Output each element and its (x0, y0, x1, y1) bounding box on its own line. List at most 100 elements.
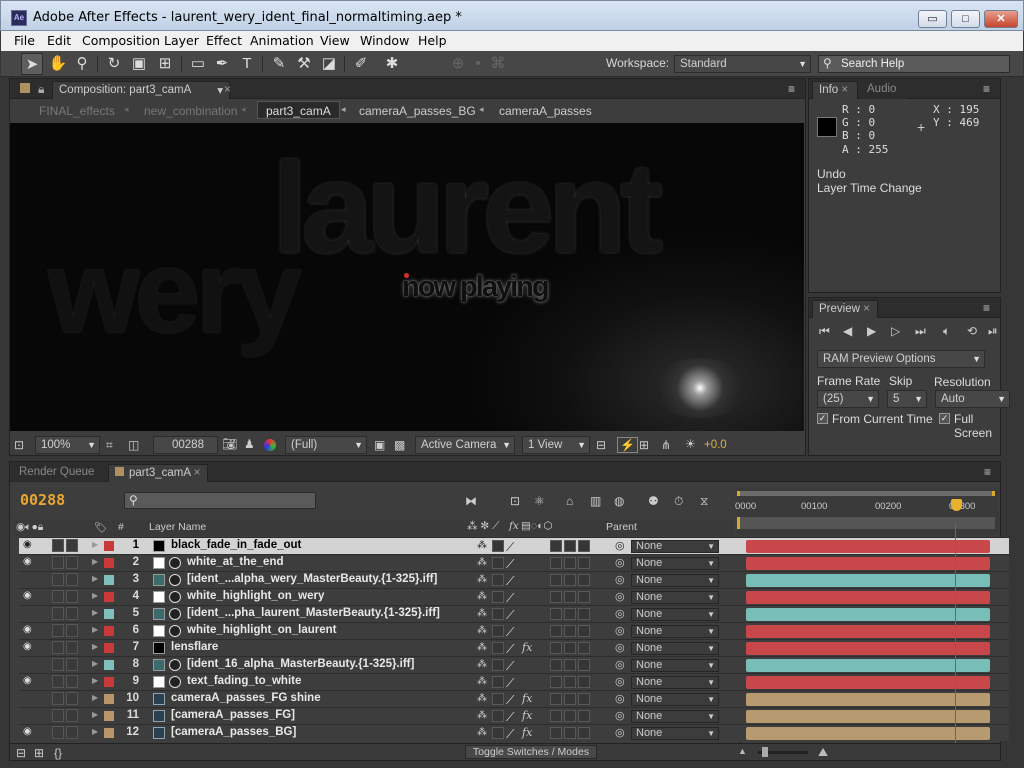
layer-name[interactable]: lensflare (171, 641, 218, 655)
selection-tool-icon[interactable]: ➤ (21, 53, 43, 75)
pick-whip-icon[interactable]: ◎ (615, 624, 625, 638)
layer-duration-bar[interactable] (746, 574, 990, 587)
time-navigator[interactable] (737, 517, 995, 529)
pick-whip-icon[interactable]: ◎ (615, 709, 625, 723)
eye-off-icon[interactable] (23, 692, 35, 706)
frame-blend-switch[interactable] (550, 676, 562, 688)
first-frame-icon[interactable]: ⏮ (819, 324, 830, 339)
workspace-dropdown[interactable]: Standard ▼ (674, 55, 811, 73)
show-snapshot-icon[interactable]: ♟ (244, 437, 255, 451)
solo-switch[interactable] (52, 692, 64, 705)
parent-dropdown[interactable]: None ▼ (631, 642, 719, 655)
adjustment-switch[interactable] (578, 710, 590, 722)
parent-dropdown[interactable]: None ▼ (631, 625, 719, 638)
search-help-field[interactable]: ⚲ Search Help (818, 55, 1010, 73)
roto-brush-tool-icon[interactable]: ✐ (350, 53, 372, 75)
lock-switch[interactable] (66, 539, 78, 552)
expand-triangle-icon[interactable]: ▶ (92, 608, 100, 622)
pick-whip-icon[interactable]: ◎ (615, 539, 625, 553)
play-icon[interactable]: ▶ (867, 324, 876, 338)
eye-off-icon[interactable] (23, 573, 35, 587)
quality-switch-icon[interactable]: ⟋ (506, 608, 518, 622)
eye-icon[interactable]: ◉ (23, 556, 35, 570)
magnification-dropdown[interactable]: 100% ▼ (35, 436, 100, 454)
collapse-switch[interactable] (492, 693, 504, 705)
adjustment-switch[interactable] (578, 693, 590, 705)
eye-off-icon[interactable] (23, 709, 35, 723)
type-tool-icon[interactable]: T (236, 53, 258, 75)
frame-blend-switch[interactable] (550, 659, 562, 671)
pick-whip-icon[interactable]: ◎ (615, 726, 625, 740)
label-color-swatch[interactable] (104, 728, 114, 738)
eye-icon[interactable]: ◉ (23, 539, 35, 553)
always-preview-icon[interactable]: ⊡ (14, 438, 24, 452)
clone-stamp-tool-icon[interactable]: ⚒ (293, 53, 315, 75)
frame-blend-switch[interactable] (550, 574, 562, 586)
snapshot-camera-icon[interactable]: 📷︎ (222, 437, 237, 451)
current-time-field[interactable]: 00288 (153, 436, 218, 454)
channel-rgb-icon[interactable] (264, 439, 276, 451)
zoom-out-icon[interactable]: ▲ (738, 746, 747, 756)
layer-name[interactable]: [ident_...alpha_wery_MasterBeauty.{1-325… (187, 573, 437, 587)
solo-switch[interactable] (52, 641, 64, 654)
lock-switch[interactable] (66, 607, 78, 620)
eye-off-icon[interactable] (23, 658, 35, 672)
breadcrumb-item[interactable]: cameraA_passes (499, 104, 592, 118)
expand-triangle-icon[interactable]: ▶ (92, 642, 100, 656)
panel-menu-icon[interactable]: ≡ (983, 82, 990, 96)
hand-tool-icon[interactable]: ✋ (47, 53, 69, 75)
auto-keyframe-icon[interactable]: ⏱ (674, 494, 683, 509)
shy-switch-icon[interactable]: ⁂ (477, 693, 489, 705)
adjustment-switch[interactable] (578, 727, 590, 739)
draft-3d-icon[interactable]: ⚛ (534, 494, 545, 508)
layer-name[interactable]: cameraA_passes_FG shine (171, 692, 321, 706)
adjustment-switch[interactable] (578, 659, 590, 671)
layer-name-column-header[interactable]: Layer Name (149, 521, 206, 533)
fx-switch[interactable]: fx (522, 641, 532, 655)
quality-switch-icon[interactable]: ⟋ (506, 642, 518, 656)
label-color-swatch[interactable] (104, 575, 114, 585)
layer-row-6[interactable]: ◉ ▶ 6 white_highlight_on_laurent ⁂ ⟋ ◎ None ▼ (19, 622, 1009, 639)
layer-duration-bar[interactable] (746, 727, 990, 740)
adjustment-switch[interactable] (578, 676, 590, 688)
zoom-tool-icon[interactable]: ⚲ (71, 53, 93, 75)
motion-blur-switch[interactable] (564, 693, 576, 705)
full-screen-checkbox[interactable]: ✓ (939, 413, 950, 424)
panel-menu-icon[interactable]: ≡ (984, 465, 991, 479)
layer-duration-bar[interactable] (746, 540, 990, 553)
resolution-dropdown[interactable]: (Full) ▼ (285, 436, 367, 454)
frame-blend-switch[interactable] (550, 727, 562, 739)
eye-icon[interactable]: ◉ (23, 590, 35, 604)
collapse-switch[interactable] (492, 574, 504, 586)
label-color-swatch[interactable] (104, 694, 114, 704)
close-tab-icon[interactable]: × (224, 82, 231, 96)
frame-blend-switch[interactable] (550, 642, 562, 654)
shy-switch-icon[interactable]: ⁂ (477, 625, 489, 637)
motion-blur-switch[interactable] (564, 659, 576, 671)
menu-composition[interactable]: Composition (82, 33, 160, 48)
parent-dropdown[interactable]: None ▼ (631, 540, 719, 553)
expand-triangle-icon[interactable]: ▶ (92, 693, 100, 707)
menu-edit[interactable]: Edit (47, 33, 71, 48)
camera-view-dropdown[interactable]: Active Camera ▼ (415, 436, 515, 454)
layer-row-4[interactable]: ◉ ▶ 4 white_highlight_on_wery ⁂ ⟋ ◎ None ▼ (19, 588, 1009, 605)
collapse-switch[interactable] (492, 557, 504, 569)
layer-duration-bar[interactable] (746, 693, 990, 706)
layer-row-8[interactable]: ▶ 8 [ident_16_alpha_MasterBeauty.{1-325}.i… (19, 656, 1009, 673)
quality-switch-icon[interactable]: ⟋ (506, 591, 518, 605)
quality-switch-icon[interactable]: ⟋ (506, 574, 518, 588)
current-time-indicator[interactable] (955, 523, 956, 743)
adjustment-switch[interactable] (578, 591, 590, 603)
lock-switch[interactable] (66, 692, 78, 705)
exposure-icon[interactable]: ☀ (685, 437, 696, 451)
rectangle-tool-icon[interactable]: ▭ (187, 53, 209, 75)
eraser-tool-icon[interactable]: ◪ (318, 53, 340, 75)
layer-duration-bar[interactable] (746, 591, 990, 604)
adjustment-switch[interactable] (578, 540, 590, 552)
from-current-time-checkbox[interactable]: ✓ (817, 413, 828, 424)
motion-blur-switch[interactable] (564, 540, 576, 552)
layer-duration-bar[interactable] (746, 557, 990, 570)
timeline-current-time[interactable]: 00288 (20, 491, 65, 509)
layer-row-11[interactable]: ▶ 11 [cameraA_passes_FG] ⁂ ⟋ fx ◎ None ▼ (19, 707, 1009, 724)
lock-switch[interactable] (66, 641, 78, 654)
